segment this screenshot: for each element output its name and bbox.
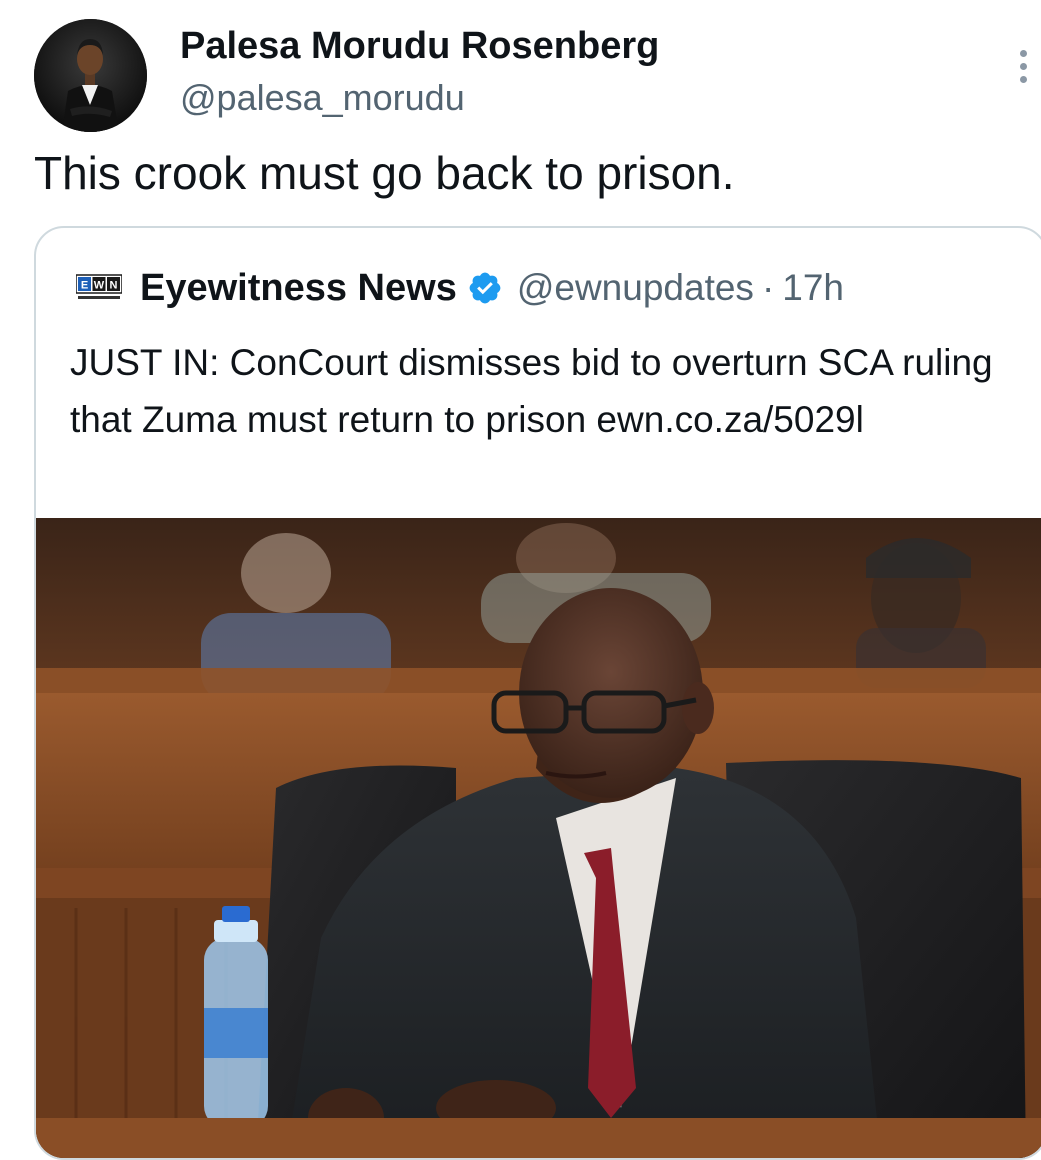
ewn-logo-icon: E W N xyxy=(75,273,123,303)
more-options-button[interactable] xyxy=(1008,42,1038,90)
author-display-name[interactable]: Palesa Morudu Rosenberg xyxy=(180,25,659,68)
more-vertical-icon xyxy=(1019,49,1027,57)
quote-timestamp[interactable]: 17h xyxy=(782,267,844,309)
avatar[interactable] xyxy=(34,19,147,132)
separator-dot: · xyxy=(761,267,775,308)
quote-text: JUST IN: ConCourt dismisses bid to overt… xyxy=(70,342,993,440)
verified-badge-icon xyxy=(469,272,501,304)
more-dot xyxy=(1019,62,1027,70)
avatar-photo xyxy=(34,19,147,132)
svg-text:W: W xyxy=(94,280,105,292)
more-dot xyxy=(1019,75,1027,83)
svg-text:E: E xyxy=(81,280,88,292)
quote-author-name[interactable]: Eyewitness News xyxy=(140,267,457,310)
courtroom-photo[interactable] xyxy=(36,518,1041,1158)
author-handle[interactable]: @palesa_morudu xyxy=(180,77,465,119)
tweet-text: This crook must go back to prison. xyxy=(34,147,735,199)
svg-text:N: N xyxy=(110,280,118,292)
quote-header: E W N Eyewitness News @ewnupdates · 17h xyxy=(75,266,844,310)
quote-tweet-card[interactable]: E W N Eyewitness News @ewnupdates · 17h … xyxy=(34,226,1041,1160)
quote-author-handle[interactable]: @ewnupdates xyxy=(517,267,754,309)
